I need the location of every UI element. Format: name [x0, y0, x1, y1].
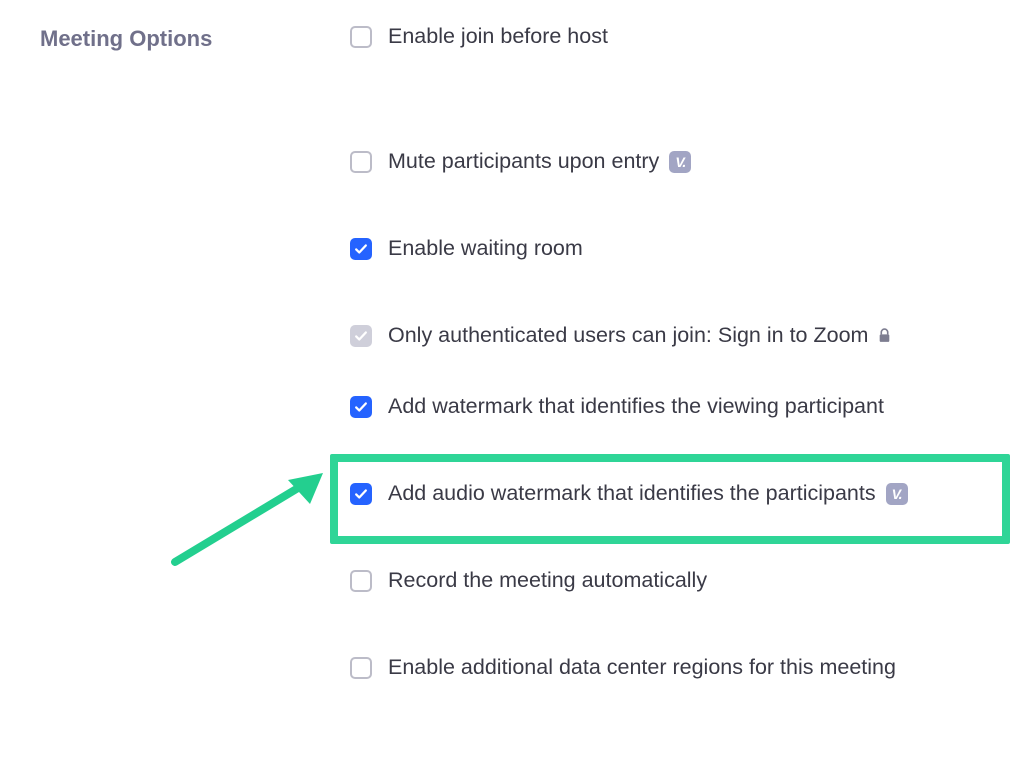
option-waiting-room[interactable]: Enable waiting room	[350, 236, 984, 261]
section-title: Meeting Options	[40, 26, 350, 52]
option-label: Add audio watermark that identifies the …	[388, 481, 876, 506]
checkbox-checked-icon[interactable]	[350, 483, 372, 505]
option-label: Enable waiting room	[388, 236, 583, 261]
checkbox-checked-icon[interactable]	[350, 396, 372, 418]
info-badge-icon: V.	[886, 483, 908, 505]
option-data-center-regions[interactable]: Enable additional data center regions fo…	[350, 655, 984, 680]
option-join-before-host[interactable]: Enable join before host	[350, 24, 984, 49]
lock-icon	[878, 328, 891, 343]
option-label: Only authenticated users can join: Sign …	[388, 323, 868, 348]
checkbox-unchecked-icon[interactable]	[350, 26, 372, 48]
checkbox-locked-icon	[350, 325, 372, 347]
checkbox-unchecked-icon[interactable]	[350, 570, 372, 592]
option-audio-watermark[interactable]: Add audio watermark that identifies the …	[350, 481, 984, 506]
option-label: Enable join before host	[388, 24, 608, 49]
option-auto-record[interactable]: Record the meeting automatically	[350, 568, 984, 593]
option-video-watermark[interactable]: Add watermark that identifies the viewin…	[350, 394, 984, 419]
checkbox-unchecked-icon[interactable]	[350, 657, 372, 679]
option-mute-on-entry[interactable]: Mute participants upon entry V.	[350, 149, 984, 174]
option-label: Mute participants upon entry	[388, 149, 659, 174]
option-label: Add watermark that identifies the viewin…	[388, 394, 884, 419]
checkbox-checked-icon[interactable]	[350, 238, 372, 260]
option-label: Record the meeting automatically	[388, 568, 707, 593]
option-authenticated-only: Only authenticated users can join: Sign …	[350, 323, 984, 348]
checkbox-unchecked-icon[interactable]	[350, 151, 372, 173]
option-label: Enable additional data center regions fo…	[388, 655, 896, 680]
info-badge-icon: V.	[669, 151, 691, 173]
